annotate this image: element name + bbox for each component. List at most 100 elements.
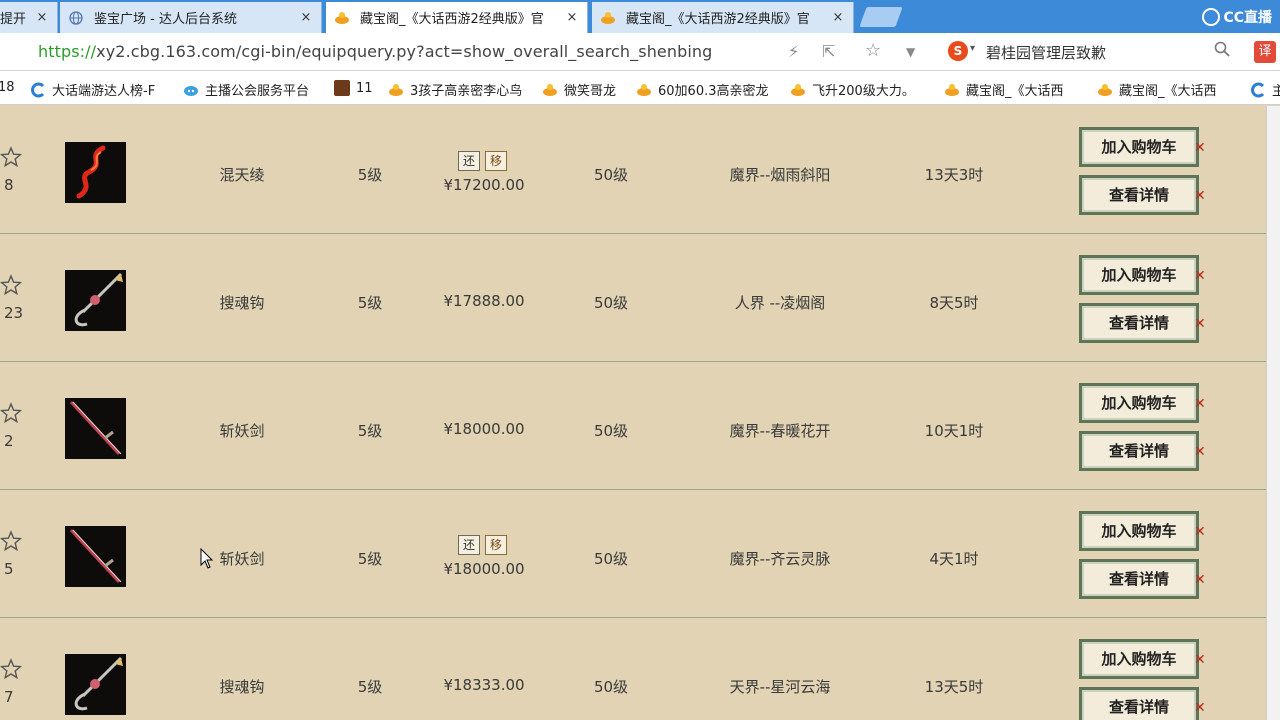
bookmark-item[interactable]: 主: [1250, 80, 1280, 99]
scrollbar[interactable]: [1266, 106, 1280, 720]
view-details-button[interactable]: 查看详情: [1079, 431, 1199, 471]
add-to-cart-button[interactable]: 加入购物车: [1079, 383, 1199, 423]
server-name: 魔界--春暖花开: [729, 422, 831, 440]
ribbon-icon: ✕: [1194, 444, 1206, 460]
add-to-cart-button[interactable]: 加入购物车: [1079, 639, 1199, 679]
c-logo-icon: [1250, 82, 1266, 98]
required-level: 50级: [593, 294, 629, 312]
close-icon[interactable]: ×: [297, 10, 315, 25]
bookmark-item[interactable]: 60加60.3高亲密龙: [636, 80, 776, 99]
bookmark-label: 微笑哥龙: [564, 84, 617, 99]
add-to-cart-button[interactable]: 加入购物车: [1079, 255, 1199, 295]
favorite-count: 8: [4, 176, 14, 194]
view-details-button[interactable]: 查看详情: [1079, 303, 1199, 343]
ribbon-icon: ✕: [1194, 316, 1206, 332]
close-icon[interactable]: ×: [33, 10, 51, 25]
item-name[interactable]: 斩妖剑: [219, 420, 264, 441]
required-level: 50级: [593, 550, 629, 568]
tab-title: 提开: [0, 12, 27, 27]
bookmark-item[interactable]: 18: [0, 80, 20, 95]
bookmark-item[interactable]: 藏宝阁_《大话西: [1097, 80, 1237, 99]
game-icon: [334, 80, 350, 96]
move-badge: 移: [485, 151, 507, 171]
bookmark-label: 藏宝阁_《大话西: [966, 84, 1064, 99]
tab-0[interactable]: 提开 ×: [0, 2, 58, 33]
favorite-star-icon[interactable]: [0, 658, 23, 680]
item-thumbnail[interactable]: [65, 398, 126, 459]
ribbon-icon: ✕: [1194, 396, 1206, 412]
listing-row: 2 斩妖剑 5级 ¥18000.00 50级 魔界--春暖花开 10天1时 加入购物车 ✕ 查看详…: [0, 362, 1266, 490]
star-icon[interactable]: ☆: [865, 40, 881, 61]
bookmark-item[interactable]: 11: [334, 80, 378, 96]
share-icon[interactable]: ⇱: [822, 42, 835, 61]
listing-row: 7 搜魂钩 5级 ¥18333.00 50级 天界--星河云海 13天5时 加入购物车 ✕ 查看详…: [0, 618, 1266, 720]
view-details-button[interactable]: 查看详情: [1079, 559, 1199, 599]
favorite-star-icon[interactable]: [0, 146, 23, 168]
item-thumbnail[interactable]: [65, 526, 126, 587]
required-level: 50级: [593, 422, 629, 440]
item-name[interactable]: 斩妖剑: [219, 548, 264, 569]
server-name: 天界--星河云海: [729, 678, 831, 696]
translate-button[interactable]: 译: [1254, 41, 1276, 63]
bookmarks-bar: 18 大话端游达人榜-F 主播公会服务平台 11 3孩子高亲密李心鸟 微笑哥龙 …: [0, 71, 1280, 105]
cbg-icon: [388, 82, 404, 98]
cbg-icon: [600, 10, 616, 26]
engine-dropdown-icon[interactable]: ▾: [970, 43, 975, 54]
cc-logo-icon: [1202, 8, 1221, 26]
item-thumbnail[interactable]: [65, 270, 126, 331]
search-engine-icon[interactable]: S: [948, 41, 968, 61]
item-price: ¥18000.00: [443, 560, 525, 578]
search-input[interactable]: 碧桂园管理层致歉: [986, 42, 1106, 63]
item-name[interactable]: 搜魂钩: [219, 292, 264, 313]
bookmark-item[interactable]: 飞升200级大力。: [790, 80, 930, 99]
item-price: ¥17200.00: [443, 176, 525, 194]
tab-title: 藏宝阁_《大话西游2经典版》官: [360, 12, 544, 27]
c-logo-icon: [30, 82, 46, 98]
time-remaining: 13天5时: [924, 678, 984, 696]
view-details-button[interactable]: 查看详情: [1079, 687, 1199, 720]
tab-1[interactable]: 鉴宝广场 - 达人后台系统 ×: [60, 2, 322, 33]
tab-2[interactable]: 藏宝阁_《大话西游2经典版》官 ×: [326, 2, 588, 33]
bookmark-label: 大话端游达人榜-F: [52, 84, 156, 99]
cbg-icon: [542, 82, 558, 98]
favorite-star-icon[interactable]: [0, 530, 23, 552]
bookmark-label: 主: [1272, 84, 1280, 99]
item-level: 5级: [357, 422, 383, 440]
item-name[interactable]: 搜魂钩: [219, 676, 264, 697]
favorite-count: 7: [4, 688, 14, 706]
close-icon[interactable]: ×: [829, 10, 847, 25]
item-thumbnail[interactable]: [65, 654, 126, 715]
cbg-icon: [636, 82, 652, 98]
add-to-cart-button[interactable]: 加入购物车: [1079, 511, 1199, 551]
required-level: 50级: [593, 166, 629, 184]
bookmark-item[interactable]: 藏宝阁_《大话西: [944, 80, 1084, 99]
time-remaining: 8天5时: [929, 294, 979, 312]
bookmark-item[interactable]: 大话端游达人榜-F: [30, 80, 170, 99]
tab-3[interactable]: 藏宝阁_《大话西游2经典版》官 ×: [592, 2, 854, 33]
favorite-count: 23: [4, 304, 24, 322]
view-details-button[interactable]: 查看详情: [1079, 175, 1199, 215]
item-name[interactable]: 混天绫: [219, 164, 264, 185]
close-icon[interactable]: ×: [563, 10, 581, 25]
item-thumbnail[interactable]: [65, 142, 126, 203]
listing-row: 8 混天绫 5级还移 ¥17200.00 50级 魔界--烟雨斜阳 13天3时 加入购物车 ✕ 查…: [0, 106, 1266, 234]
bookmark-item[interactable]: 微笑哥龙: [542, 80, 624, 99]
url-field[interactable]: https://xy2.cbg.163.com/cgi-bin/equipque…: [38, 42, 712, 61]
bookmark-item[interactable]: 3孩子高亲密李心鸟: [388, 80, 528, 99]
ribbon-icon: ✕: [1194, 524, 1206, 540]
lightning-icon[interactable]: ⚡: [788, 42, 799, 61]
bookmark-label: 18: [0, 80, 15, 95]
cc-brand-label: CC直播: [1223, 10, 1272, 26]
time-remaining: 13天3时: [924, 166, 984, 184]
mouse-cursor-icon: [200, 548, 214, 569]
favorite-star-icon[interactable]: [0, 402, 23, 424]
new-tab-button[interactable]: [859, 7, 903, 27]
chevron-down-icon[interactable]: ▼: [906, 45, 915, 59]
bookmark-label: 主播公会服务平台: [205, 84, 310, 99]
add-to-cart-button[interactable]: 加入购物车: [1079, 127, 1199, 167]
bookmark-item[interactable]: 主播公会服务平台: [183, 80, 323, 99]
favorite-star-icon[interactable]: [0, 274, 23, 296]
required-level: 50级: [593, 678, 629, 696]
cbg-icon: [944, 82, 960, 98]
search-icon[interactable]: [1214, 41, 1230, 61]
